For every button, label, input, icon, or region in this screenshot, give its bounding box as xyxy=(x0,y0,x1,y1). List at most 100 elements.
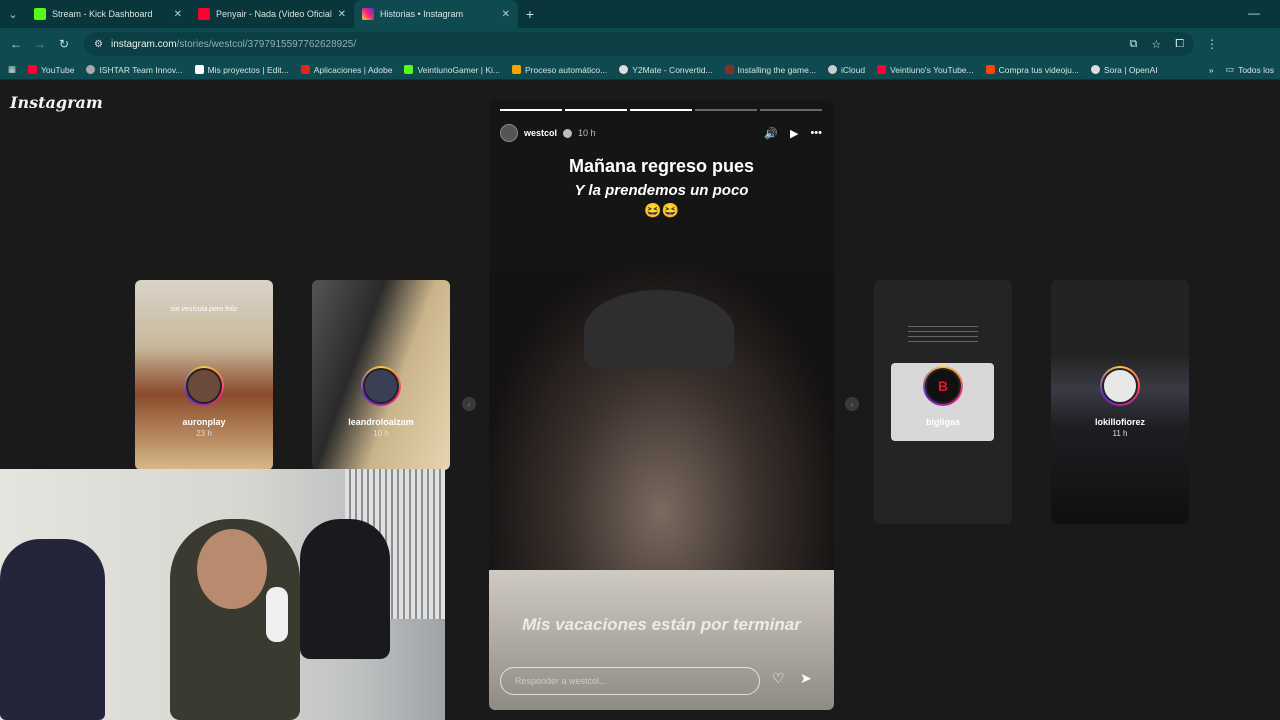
story-user: leandroloaizam xyxy=(348,417,414,427)
bookmark-label: YouTube xyxy=(41,64,75,75)
capcut-icon xyxy=(194,65,204,74)
install-icon[interactable]: ⧉ xyxy=(1129,38,1137,51)
next-story-icon[interactable]: › xyxy=(845,397,859,411)
instagram-logo[interactable]: Instagram xyxy=(10,93,103,112)
address-bar[interactable]: ⚙ instagram.com/stories/westcol/37979155… xyxy=(84,32,1194,56)
bookmark-kick[interactable]: VeintiunoGamer | Ki... xyxy=(398,65,506,75)
bookmark-icloud[interactable]: iCloud xyxy=(822,65,871,75)
avatar[interactable] xyxy=(500,124,518,142)
reload-icon[interactable]: ↻ xyxy=(52,37,76,51)
bookmark-ishtar[interactable]: ISHTAR Team Innov... xyxy=(80,65,188,75)
tab-title: Stream - Kick Dashboard xyxy=(52,9,153,19)
avatar xyxy=(1100,366,1140,406)
bookmark-label: Mis proyectos | Edit... xyxy=(207,64,289,75)
bookmark-proyectos[interactable]: Mis proyectos | Edit... xyxy=(189,65,295,75)
story-header: westcol 10 h 🔊 ▶ ••• xyxy=(500,122,822,144)
menu-icon[interactable]: ⋮ xyxy=(1200,37,1224,51)
volume-icon[interactable]: 🔊 xyxy=(764,127,778,140)
bookmark-compra[interactable]: Compra tus videoju... xyxy=(980,65,1085,75)
bookmark-label: Veintiuno's YouTube... xyxy=(890,64,974,75)
close-icon[interactable]: ✕ xyxy=(502,9,510,20)
active-story[interactable]: westcol 10 h 🔊 ▶ ••• Mañana regreso pues… xyxy=(489,100,834,710)
tab-search-icon[interactable]: ⌄ xyxy=(0,0,26,28)
back-icon[interactable]: ← xyxy=(4,37,28,51)
story-caption: Mis vacaciones están por terminar xyxy=(522,615,801,634)
webcam-overlay xyxy=(0,469,445,720)
avatar xyxy=(184,366,224,406)
bookmark-label: VeintiunoGamer | Ki... xyxy=(417,64,500,75)
all-bookmarks[interactable]: ▭ Todos los xyxy=(1220,64,1280,75)
play-icon[interactable]: ▶ xyxy=(790,127,798,140)
previous-story-icon[interactable]: ‹ xyxy=(462,397,476,411)
gaming-chair-left xyxy=(0,539,105,720)
close-icon[interactable]: ✕ xyxy=(338,9,346,20)
story-preview-auronplay[interactable]: sin vesícula pero feliz auronplay 23 h xyxy=(135,280,273,470)
new-tab-button[interactable]: + xyxy=(518,6,542,22)
bookmark-label: Sora | OpenAI xyxy=(1103,64,1158,75)
gaming-chair-right xyxy=(300,519,390,659)
story-progress xyxy=(500,109,822,111)
star-icon[interactable]: ☆ xyxy=(1151,38,1161,51)
bookmark-installing[interactable]: Installing the game... xyxy=(719,65,822,75)
bookmark-label: iCloud xyxy=(840,64,866,75)
verified-icon xyxy=(563,128,573,138)
extensions-icon[interactable]: ⧠ xyxy=(1175,38,1184,51)
y2mate-icon xyxy=(619,65,629,74)
close-icon[interactable]: ✕ xyxy=(174,9,182,20)
globe-icon xyxy=(86,65,96,74)
bookmark-sora[interactable]: Sora | OpenAI xyxy=(1085,65,1164,75)
bookmark-label: Y2Mate - Convertid... xyxy=(632,64,713,75)
bookmark-proceso[interactable]: Proceso automático... xyxy=(506,65,613,75)
tab-title: Historias • Instagram xyxy=(380,9,464,19)
story-preview-lokillofiorez[interactable]: lokillofiorez 11 h xyxy=(1051,280,1189,524)
reply-input[interactable]: Responder a westcol... xyxy=(500,667,760,695)
apps-icon[interactable]: ▦ xyxy=(0,64,22,75)
bookmark-y2mate[interactable]: Y2Mate - Convertid... xyxy=(613,65,718,75)
story-preview-caption: sin vesícula pero feliz xyxy=(170,306,238,313)
youtube-icon xyxy=(28,65,38,74)
youtube-studio-icon xyxy=(877,65,887,74)
story-time: 10 h xyxy=(373,429,389,438)
bookmark-label: Aplicaciones | Adobe xyxy=(313,64,393,75)
url-host: instagram.com xyxy=(110,38,177,50)
site-settings-icon[interactable]: ⚙ xyxy=(94,39,103,50)
game-icon xyxy=(724,65,734,74)
story-user: bigligas xyxy=(925,417,960,427)
tab-youtube[interactable]: Penyair - Nada (Video Oficial) - ✕ xyxy=(190,0,354,28)
minimize-icon[interactable]: — xyxy=(1248,6,1260,20)
story-text-line2: Y la prendemos un poco xyxy=(574,182,749,199)
story-time: 23 h xyxy=(196,429,212,438)
tab-title: Penyair - Nada (Video Oficial) - xyxy=(216,9,332,19)
bookmark-adobe[interactable]: Aplicaciones | Adobe xyxy=(295,65,399,75)
bookmark-youtube[interactable]: YouTube xyxy=(22,65,80,75)
story-preview-bigligas[interactable]: B bigligas xyxy=(874,280,1012,524)
story-time: 10 h xyxy=(578,128,596,138)
story-user: auronplay xyxy=(182,417,226,427)
instagram-icon xyxy=(362,8,374,20)
story-emoji: 😆😆 xyxy=(644,202,679,218)
url-path: /stories/westcol/3797915597762628925/ xyxy=(176,38,357,50)
send-icon[interactable]: ➤ xyxy=(800,670,812,687)
stories-page: Instagram sin vesícula pero feliz auronp… xyxy=(0,81,1280,720)
adobe-icon xyxy=(300,65,310,74)
tab-instagram[interactable]: Historias • Instagram ✕ xyxy=(354,0,518,28)
apple-icon xyxy=(827,65,837,74)
store-icon xyxy=(985,65,995,74)
bookmark-yt-studio[interactable]: Veintiuno's YouTube... xyxy=(871,65,980,75)
openai-icon xyxy=(1090,65,1100,74)
bookmark-label: Proceso automático... xyxy=(524,64,608,75)
bookmarks-bar: ▦ YouTube ISHTAR Team Innov... Mis proye… xyxy=(0,60,1280,80)
toolbar: ← → ↻ ⚙ instagram.com/stories/westcol/37… xyxy=(0,28,1280,60)
more-bookmarks-icon[interactable]: » xyxy=(1203,65,1220,75)
kick-icon xyxy=(404,65,414,74)
story-preview-leandroloaizam[interactable]: leandroloaizam 10 h xyxy=(312,280,450,470)
heart-icon[interactable]: ♡ xyxy=(772,670,785,687)
tab-kick[interactable]: Stream - Kick Dashboard ✕ xyxy=(26,0,190,28)
story-time: 11 h xyxy=(1112,429,1128,438)
streamer-face xyxy=(197,529,267,609)
tab-strip: ⌄ Stream - Kick Dashboard ✕ Penyair - Na… xyxy=(0,0,1280,28)
forward-icon[interactable]: → xyxy=(28,37,52,51)
more-options-icon[interactable]: ••• xyxy=(810,127,822,140)
bookmark-label: Compra tus videoju... xyxy=(998,64,1079,75)
story-user[interactable]: westcol xyxy=(524,128,557,138)
